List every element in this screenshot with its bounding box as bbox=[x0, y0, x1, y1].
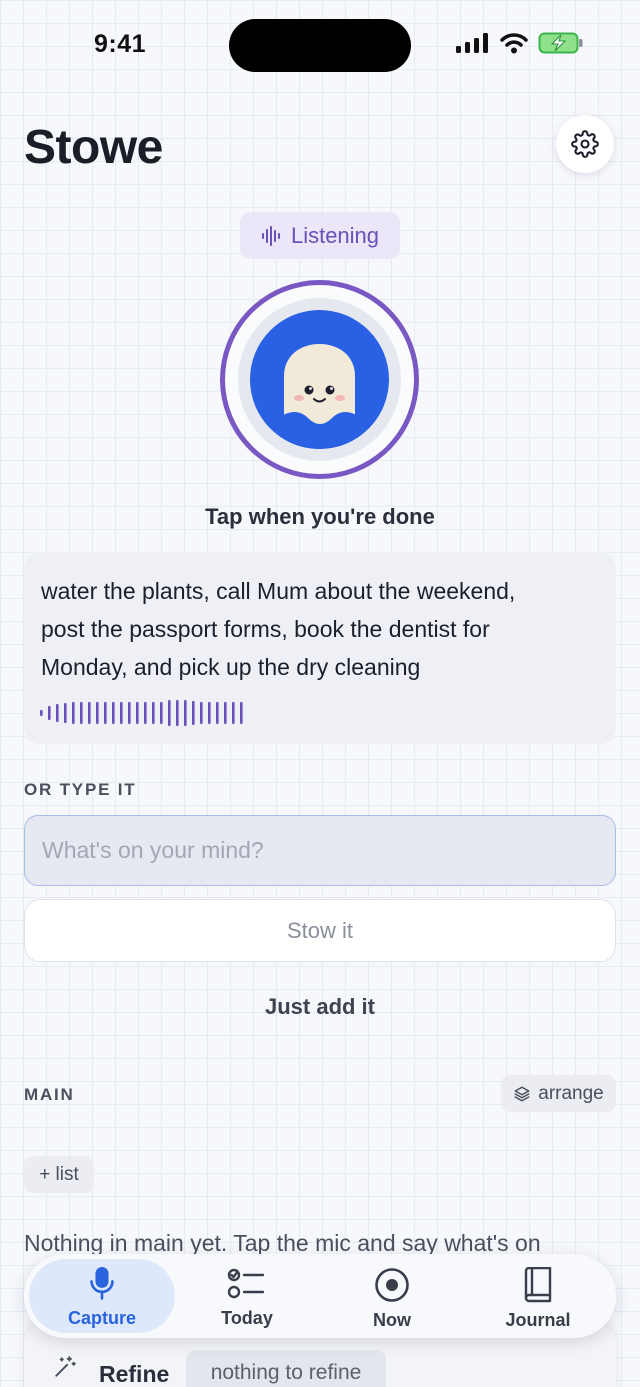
audio-level-waveform bbox=[40, 700, 243, 726]
transcript-line: Monday, and pick up the dry cleaning bbox=[41, 654, 421, 680]
add-list-button[interactable]: + list bbox=[24, 1156, 94, 1193]
wifi-icon bbox=[500, 33, 528, 54]
mic-record-button[interactable] bbox=[220, 280, 419, 479]
mic-hint: Tap when you're done bbox=[205, 504, 435, 529]
status-icons bbox=[456, 32, 584, 54]
status-time: 9:41 bbox=[94, 30, 147, 58]
tab-label: Today bbox=[221, 1308, 273, 1328]
refine-status-chip: nothing to refine bbox=[186, 1350, 386, 1387]
audio-wave-icon bbox=[261, 225, 280, 246]
tab-now[interactable]: Now bbox=[319, 1259, 465, 1333]
transcript-text: water the plants, call Mum about the wee… bbox=[41, 572, 599, 686]
type-input[interactable] bbox=[24, 815, 616, 886]
checklist-icon bbox=[227, 1268, 265, 1299]
battery-charging-icon bbox=[538, 32, 583, 54]
target-icon bbox=[375, 1268, 409, 1302]
mic-core bbox=[250, 310, 389, 449]
gear-icon bbox=[571, 130, 599, 158]
transcript-line: water the plants, call Mum about the wee… bbox=[41, 578, 516, 604]
settings-button[interactable] bbox=[556, 115, 614, 173]
arrange-button[interactable]: arrange bbox=[501, 1075, 616, 1112]
main-section-label: MAIN bbox=[24, 1085, 75, 1104]
app-title: Stowe bbox=[24, 121, 163, 174]
signal-icon bbox=[456, 33, 488, 53]
tab-today[interactable]: Today bbox=[174, 1259, 320, 1333]
mic-icon bbox=[90, 1267, 114, 1300]
listening-status-badge: Listening bbox=[240, 212, 400, 259]
stow-button[interactable]: Stow it bbox=[24, 899, 616, 962]
tab-label: Journal bbox=[505, 1310, 571, 1330]
listening-label: Listening bbox=[290, 222, 380, 248]
tab-label: Now bbox=[373, 1310, 411, 1330]
dynamic-island bbox=[229, 19, 411, 72]
refine-label: Refine bbox=[99, 1361, 170, 1387]
ghost-mascot-icon bbox=[278, 344, 361, 449]
tab-capture[interactable]: Capture bbox=[29, 1259, 175, 1333]
transcript-card: water the plants, call Mum about the wee… bbox=[24, 552, 616, 744]
tab-label: Capture bbox=[67, 1308, 136, 1328]
arrange-label: arrange bbox=[538, 1082, 604, 1104]
book-icon bbox=[524, 1267, 552, 1303]
bottom-tab-bar: Capture Today Now Journal bbox=[24, 1254, 616, 1338]
just-add-button[interactable]: Just add it bbox=[0, 994, 640, 1020]
layers-icon bbox=[514, 1086, 530, 1101]
tab-journal[interactable]: Journal bbox=[465, 1259, 611, 1333]
magic-wand-icon bbox=[55, 1356, 76, 1377]
status-bar: 9:41 bbox=[0, 0, 640, 92]
transcript-line: post the passport forms, book the dentis… bbox=[41, 616, 490, 642]
type-section-label: OR TYPE IT bbox=[24, 780, 137, 799]
